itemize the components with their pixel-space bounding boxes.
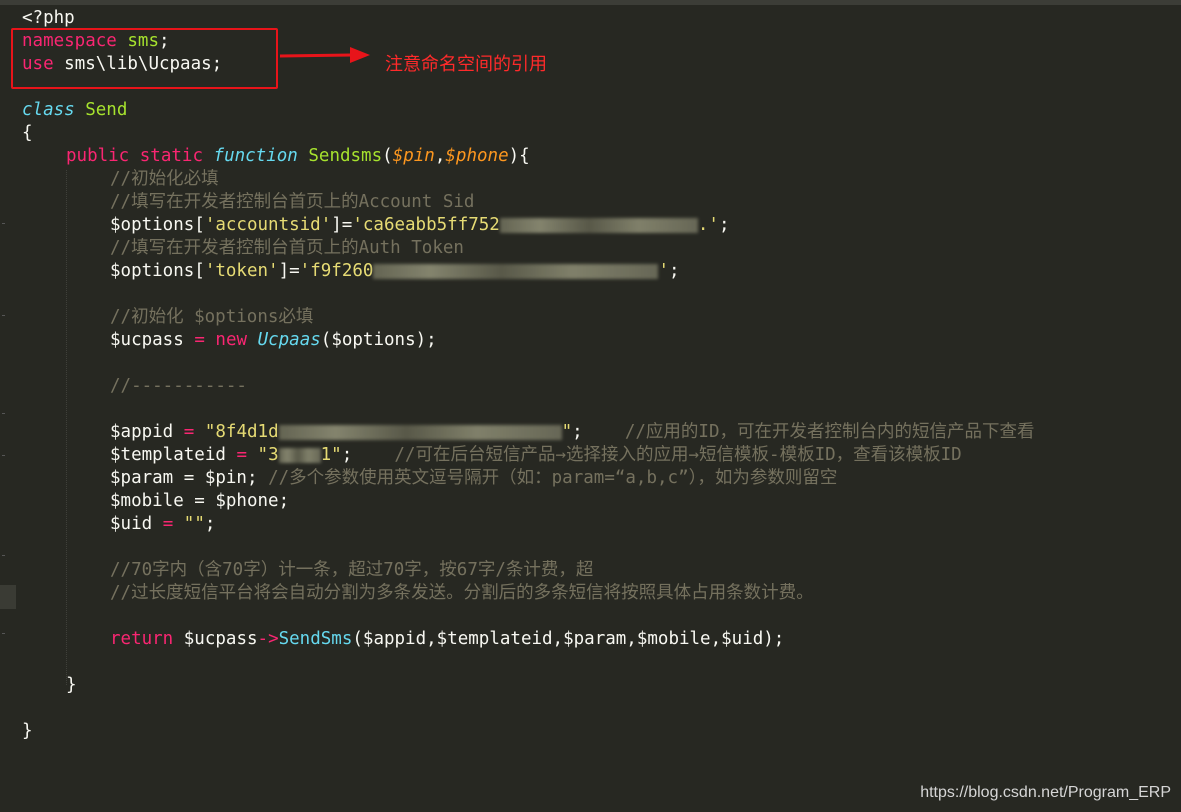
code-line-options-token: $options['token']='f9f260 '; <box>110 261 680 281</box>
param-phone: $phone <box>445 146 509 166</box>
php-open-tag: <?php <box>22 8 75 28</box>
appid-variable: $appid <box>110 422 174 442</box>
code-line-templateid: $templateid = "3 1"; //可在后台短信产品→选择接入的应用→短… <box>110 445 962 465</box>
brace-open: { <box>22 123 33 143</box>
gutter-tick <box>2 455 5 456</box>
code-line-options-sid: $options['accountsid']='ca6eabb5ff752 .'; <box>110 215 730 235</box>
annotation-arrow-icon <box>280 47 370 63</box>
redacted-accountsid <box>499 217 698 233</box>
code-line-return: return $ucpass->SendSms($appid,$template… <box>110 629 785 649</box>
watermark: https://blog.csdn.net/Program_ERP <box>920 784 1171 801</box>
redacted-token <box>373 263 659 279</box>
token-key: 'token' <box>204 261 279 281</box>
new-keyword: new <box>215 330 248 350</box>
appid-value: "8f4d1d <box>204 422 279 442</box>
code-line-comment-token: //填写在开发者控制台首页上的Auth Token <box>110 238 464 258</box>
code-line-comment-sid: //填写在开发者控制台首页上的Account Sid <box>110 192 475 212</box>
templateid-value: "3 <box>257 445 279 465</box>
code-line-function-decl: public static function Sendsms($pin,$pho… <box>66 146 530 166</box>
gutter-current-line-marker <box>0 585 16 609</box>
templateid-variable: $templateid <box>110 445 226 465</box>
code-line-brace-close-inner: } <box>66 674 77 697</box>
templateid-comment: //可在后台短信产品→选择接入的应用→短信模板-模板ID，查看该模板ID <box>394 445 962 465</box>
redacted-appid <box>278 424 562 440</box>
code-line-ucpass-new: $ucpass = new Ucpaas($options); <box>110 330 437 350</box>
param-comment: //多个参数使用英文逗号隔开（如：param=“a,b,c”），如为参数则留空 <box>268 468 838 488</box>
code-line-mobile: $mobile = $phone; <box>110 490 289 513</box>
gutter-tick <box>2 223 5 224</box>
accountsid-key: 'accountsid' <box>204 215 332 235</box>
ucpaas-class: Ucpaas <box>257 330 321 350</box>
return-object: $ucpass <box>183 629 258 649</box>
gutter-tick <box>2 633 5 634</box>
indent-guide <box>66 170 67 685</box>
accountsid-value: 'ca6eabb5ff752 <box>352 215 500 235</box>
editor-gutter <box>0 5 16 812</box>
code-line-uid: $uid = ""; <box>110 514 216 534</box>
annotation-label: 注意命名空间的引用 <box>385 54 547 75</box>
gutter-tick <box>2 315 5 316</box>
code-line-comment-init: //初始化必填 <box>110 169 219 189</box>
class-keyword: class <box>22 100 75 120</box>
code-line-comment-70-b: //过长度短信平台将会自动分割为多条发送。分割后的多条短信将按照具体占用条数计费… <box>110 583 814 603</box>
code-line-brace-close-outer: } <box>22 720 33 743</box>
code-line-comment-init-options: //初始化 $options必填 <box>110 307 314 327</box>
code-line-comment-dashes: //----------- <box>110 376 247 396</box>
param-assignment: $param = $pin; <box>110 468 258 488</box>
brace-close-inner: } <box>66 675 77 695</box>
public-keyword: public <box>66 146 130 166</box>
function-name: Sendsms <box>308 146 383 166</box>
uid-value: "" <box>183 514 205 534</box>
code-line-comment-70-a: //70字内（含70字）计一条，超过70字，按67字/条计费，超 <box>110 560 594 580</box>
appid-comment: //应用的ID，可在开发者控制台内的短信产品下查看 <box>624 422 1035 442</box>
redacted-templateid <box>278 447 321 463</box>
function-keyword: function <box>213 146 298 166</box>
mobile-assignment: $mobile = $phone; <box>110 491 290 511</box>
code-line-class: class Send <box>22 99 127 122</box>
code-line-brace-open: { <box>22 122 33 145</box>
uid-variable: $uid <box>110 514 153 534</box>
gutter-tick <box>2 413 5 414</box>
annotation-highlight-box <box>11 28 278 89</box>
editor-top-bar <box>0 0 1181 5</box>
code-line-php-open: <?php <box>22 7 75 30</box>
sendsms-method: SendSms <box>278 629 353 649</box>
ucpass-variable: $ucpass <box>110 330 184 350</box>
code-line-param: $param = $pin; //多个参数使用英文逗号隔开（如：param=“a… <box>110 467 837 490</box>
return-keyword: return <box>110 629 174 649</box>
code-line-appid: $appid = "8f4d1d "; //应用的ID，可在开发者控制台内的短信产… <box>110 422 1035 442</box>
gutter-tick <box>2 555 5 556</box>
return-args: ($appid,$templateid,$param,$mobile,$uid)… <box>352 629 785 649</box>
param-pin: $pin <box>392 146 435 166</box>
static-keyword: static <box>139 146 203 166</box>
token-value: 'f9f260 <box>299 261 374 281</box>
class-name: Send <box>85 100 128 120</box>
brace-close-outer: } <box>22 721 33 741</box>
